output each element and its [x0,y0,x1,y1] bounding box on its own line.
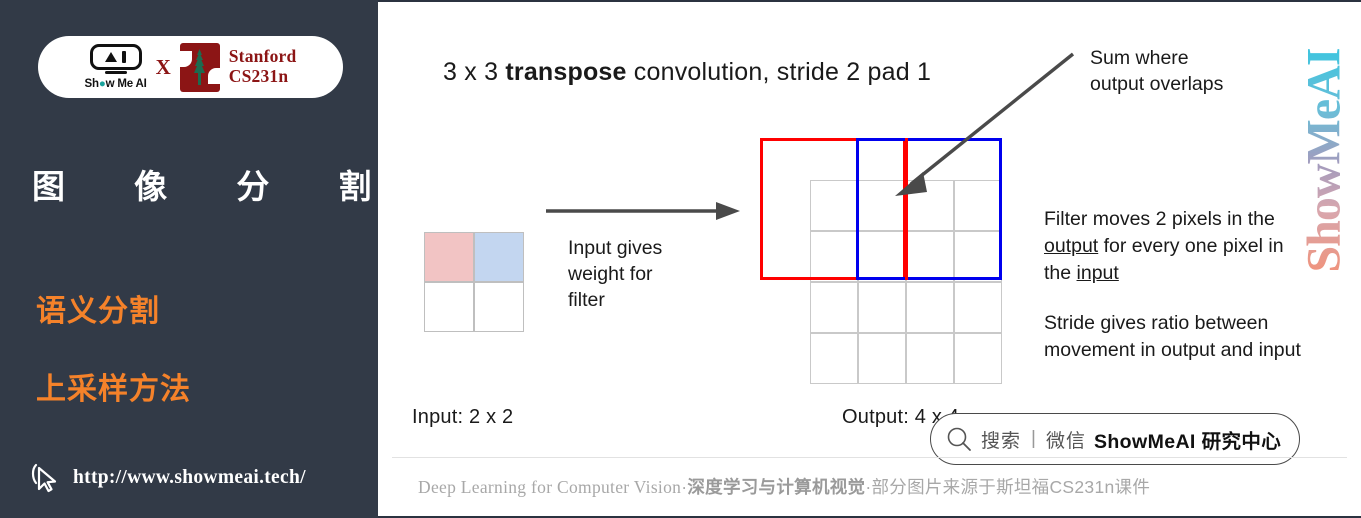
caption-line: Input gives [568,237,663,259]
stanford-line1: Stanford [228,46,297,67]
page-title: 图 像 分 割 [32,168,402,205]
cursor-pointer-icon [31,463,57,493]
annotation-arrow-icon [895,52,1075,196]
output-cell [906,282,954,333]
wechat-separator: | [1031,428,1036,449]
input-cell [474,282,524,332]
input-cell [424,282,474,332]
slide-title-bold: transpose [505,58,627,86]
footer-cn-bold: 深度学习与计算机视觉 [687,477,866,497]
stanford-logo-icon [178,42,221,92]
input-gives-weight-caption: Input gives weight for filter [568,236,662,314]
slide-title: 3 x 3 transpose convolution, stride 2 pa… [443,58,931,87]
note-filter-input-word: input [1076,261,1119,284]
stanford-tree-icon [194,49,206,85]
caption-line: weight for [568,262,653,285]
footer-caption: Deep Learning for Computer Vision·深度学习与计… [418,474,1150,499]
magnifier-icon [947,427,971,451]
output-cell [858,282,906,333]
wechat-account-name: ShowMeAI 研究中心 [1093,430,1282,453]
logo-badge: Sh●w Me AI X Stanford CS231n [38,36,343,98]
wechat-action-label: 搜索 [981,430,1022,452]
input-cell [474,232,524,282]
sidebar-footer: http://www.showmeai.tech/ [30,462,306,494]
caption-line: filter [568,288,605,311]
note-filter-output-word: output [1044,234,1099,257]
stanford-course-label: Stanford CS231n [229,47,297,86]
output-cell [858,333,906,384]
output-cell [906,333,954,384]
note-stride-ratio: Stride gives ratio between movement in o… [1044,312,1301,361]
bar-icon [122,51,127,63]
output-cell [810,333,858,384]
note-sum-where-overlaps: Sum where output overlaps [1090,46,1223,98]
showmeai-watermark: ShowMeAI [1298,30,1351,290]
sidebar-url[interactable]: http://www.showmeai.tech/ [73,467,306,489]
caret-icon [105,52,118,62]
slide-content-panel: 3 x 3 transpose convolution, stride 2 pa… [378,0,1361,518]
flow-arrow-icon [546,202,740,220]
input-size-label: Input: 2 x 2 [412,406,514,428]
output-cell [954,282,1002,333]
slide-title-pre: 3 x 3 [443,58,506,86]
note-filter-pre: Filter moves 2 pixels in the [1044,208,1275,230]
output-cell [810,282,858,333]
cross-symbol: X [155,54,171,79]
note-line: output overlaps [1090,72,1224,95]
watermark-text: ShowMeAI [1297,47,1351,273]
footer-cn-tail: 部分图片来源于斯坦福CS231n课件 [871,477,1151,497]
stanford-line2: CS231n [228,66,289,86]
showmeai-robot-icon [89,44,142,70]
note-line: Sum where [1090,47,1189,69]
footer-en: Deep Learning for Computer Vision [418,477,682,497]
wechat-platform-label: 微信 [1045,430,1086,452]
showmeai-wordmark: Sh●w Me AI [84,78,147,90]
input-grid [424,232,524,332]
sidebar-heading-semantic-segmentation: 语义分割 [36,295,160,328]
note-filter-movement: Filter moves 2 pixels in the output for … [1044,206,1299,287]
footer-divider [392,457,1347,458]
showmeai-logo: Sh●w Me AI [85,44,147,90]
sidebar: Sh●w Me AI X Stanford CS231n 图 像 分 割 语义分… [0,0,378,518]
output-cell [954,333,1002,384]
sidebar-heading-upsampling-methods: 上采样方法 [36,373,191,406]
input-cell [424,232,474,282]
